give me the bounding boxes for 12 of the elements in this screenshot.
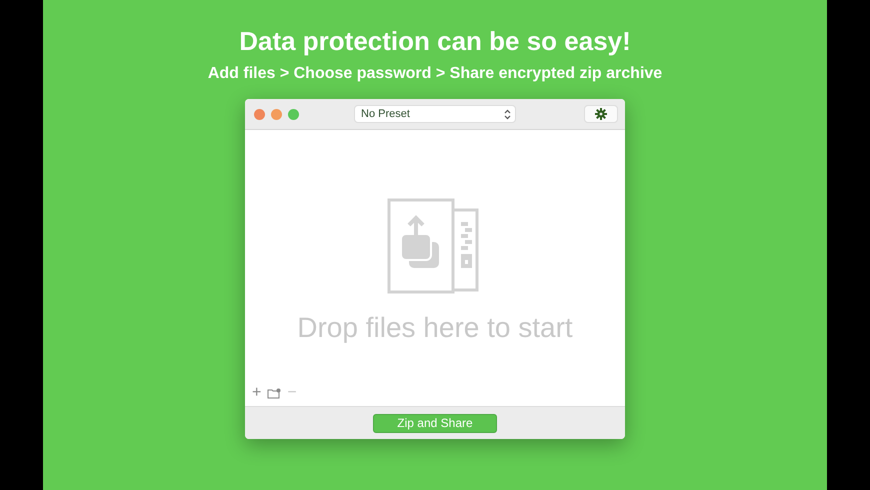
- minimize-button[interactable]: [271, 108, 282, 120]
- chevron-updown-icon: [504, 108, 511, 120]
- subtitle: Add files > Choose password > Share encrypted zip archive: [208, 64, 662, 84]
- close-button[interactable]: [254, 108, 265, 120]
- folder-add-icon[interactable]: [267, 388, 282, 398]
- add-button[interactable]: +: [252, 385, 262, 401]
- preset-dropdown[interactable]: No Preset: [354, 105, 516, 123]
- settings-icon: [595, 108, 607, 120]
- zoom-button[interactable]: [288, 108, 299, 120]
- zip-and-share-button[interactable]: Zip and Share: [373, 414, 497, 432]
- headline: Data protection can be so easy!: [239, 26, 631, 56]
- settings-button[interactable]: [584, 105, 618, 123]
